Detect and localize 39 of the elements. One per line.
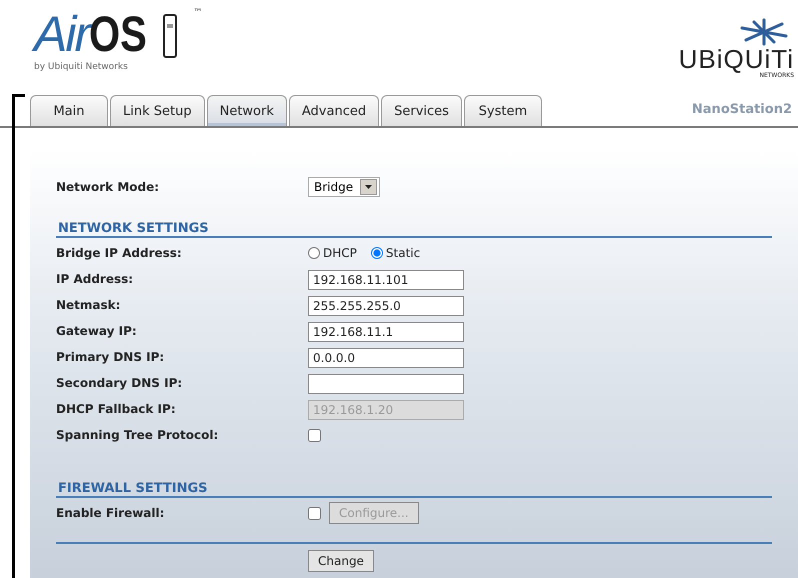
field-label: IP Address: xyxy=(56,272,134,286)
field-label: Primary DNS IP: xyxy=(56,350,166,364)
field-label: Enable Firewall: xyxy=(56,506,166,520)
radio-label[interactable]: DHCP xyxy=(323,246,357,260)
tab[interactable]: Link Setup xyxy=(110,95,205,126)
checkbox[interactable] xyxy=(308,428,321,442)
field-label: Network Mode: xyxy=(56,180,160,194)
tab[interactable]: Services xyxy=(381,95,462,126)
text-field[interactable]: 192.168.11.101 xyxy=(308,270,464,290)
checkbox[interactable] xyxy=(308,506,321,520)
logo-byline: by Ubiquiti Networks xyxy=(34,62,129,72)
change-button[interactable]: Change xyxy=(308,550,374,572)
tab[interactable]: Advanced xyxy=(288,95,380,126)
caret-icon xyxy=(365,185,372,189)
logo-text: Air xyxy=(34,8,90,60)
field-label: Secondary DNS IP: xyxy=(56,376,184,390)
radio-button[interactable] xyxy=(370,247,383,259)
text-field[interactable]: 255.255.255.0 xyxy=(308,296,464,316)
radio-button[interactable] xyxy=(308,247,320,259)
mode-dropdown[interactable]: Bridge xyxy=(308,177,380,197)
brand-name: UBiQUiTi xyxy=(678,46,794,72)
logo-text: OS xyxy=(89,8,147,60)
field-label: Bridge IP Address: xyxy=(56,246,183,260)
device-icon xyxy=(163,14,178,58)
trademark-sign: ™ xyxy=(193,8,202,18)
text-field[interactable]: 192.168.11.1 xyxy=(308,322,464,342)
text-field[interactable]: 0.0.0.0 xyxy=(308,348,464,368)
section-title: NETWORK SETTINGS xyxy=(57,221,209,236)
field-label: Gateway IP: xyxy=(56,324,138,338)
tab[interactable]: Main xyxy=(30,95,108,126)
section-title: FIREWALL SETTINGS xyxy=(57,481,208,496)
text-field[interactable] xyxy=(308,374,464,394)
field-label: DHCP Fallback IP: xyxy=(56,402,177,416)
field-label: Netmask: xyxy=(56,298,122,312)
field-label: Spanning Tree Protocol: xyxy=(56,428,220,442)
device-name: NanoStation2 xyxy=(692,102,792,116)
tab[interactable]: System xyxy=(464,95,542,126)
tab[interactable]: Network xyxy=(206,95,287,126)
radio-label[interactable]: Static xyxy=(386,246,420,260)
